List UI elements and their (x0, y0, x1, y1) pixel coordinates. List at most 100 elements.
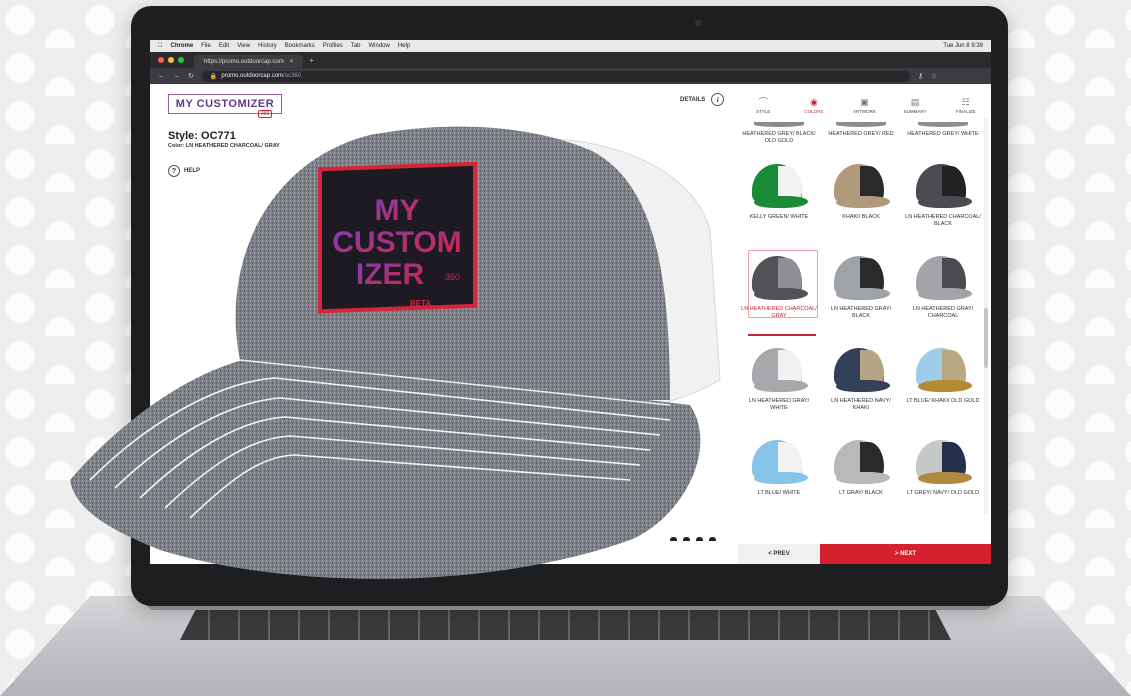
patch-sup: 360 (445, 272, 460, 282)
customizer-patch[interactable]: MY CUSTOM IZER 360 BETA (318, 161, 477, 314)
color-swatch[interactable]: LT GREY/ NAVY/ OLD GOLD (902, 430, 984, 514)
hat-preview[interactable]: MY CUSTOM IZER 360 BETA (70, 120, 730, 600)
step-tab-artwork[interactable]: ▣ ARTWORK (839, 88, 890, 116)
color-swatch-panel: HEATHERED GREY/ BLACK/ OLD GOLD HEATHERED… (738, 118, 984, 514)
swatch-label: HEATHERED GREY/ WHITE (907, 131, 979, 137)
close-window-button[interactable] (158, 57, 164, 63)
laptop-keyboard (180, 610, 951, 640)
cap-thumbnail (912, 254, 974, 302)
swatch-label: LT BLUE/ WHITE (757, 490, 801, 496)
url-host: promo.outdoorcap.com (221, 73, 284, 79)
cap-thumbnail (830, 346, 892, 394)
prev-button[interactable]: < PREV (738, 544, 820, 564)
color-swatch[interactable]: HEATHERED GREY/ WHITE (902, 118, 984, 154)
patch-badge: BETA (410, 299, 431, 308)
menu-profiles[interactable]: Profiles (323, 43, 343, 49)
cap-thumbnail (748, 162, 810, 210)
forward-icon[interactable]: → (173, 73, 180, 80)
step-label: COLORS (804, 109, 824, 114)
step-tab-finalize[interactable]: ☷ FINALIZE (940, 88, 991, 116)
menu-help[interactable]: Help (398, 43, 410, 49)
step-tabs: ⌒ STYLE ◉ COLORS ▣ ARTWORK ▤ SUMMARY ☷ FINALIZE (738, 88, 991, 116)
swatch-label: LN HEATHERED GRAY/ BLACK (830, 306, 892, 319)
back-icon[interactable]: ← (158, 73, 165, 80)
menu-history[interactable]: History (258, 43, 277, 49)
swatch-label: HEATHERED GREY/ BLACK/ OLD GOLD (742, 131, 816, 144)
menu-app-name[interactable]: Chrome (171, 43, 194, 49)
browser-toolbar: ← → ↻ 🔒 promo.outdoorcap.com/oc360 ⚷ ☆ (150, 68, 991, 84)
swatch-label: LN HEATHERED GRAY/ WHITE (748, 398, 810, 411)
swatch-label: LN HEATHERED NAVY/ KHAKI (831, 398, 891, 411)
swatch-scrollbar[interactable] (984, 118, 988, 514)
next-button[interactable]: > NEXT (820, 544, 991, 564)
patch-text-2: CUSTOM (332, 226, 461, 259)
menu-window[interactable]: Window (368, 43, 389, 49)
cap-icon: ⌒ (758, 97, 768, 107)
info-icon: i (711, 93, 725, 106)
cap-thumbnail-partial (836, 122, 886, 127)
cap-thumbnail (912, 346, 974, 394)
cap-thumbnail (912, 162, 974, 210)
tab-title: https://promo.outdoorcap.com (204, 58, 284, 65)
color-swatch[interactable]: LT GRAY/ BLACK (820, 430, 902, 514)
lock-icon: 🔒 (209, 73, 218, 80)
step-label: FINALIZE (955, 109, 976, 114)
swatch-label: KHAKI/ BLACK (842, 214, 880, 220)
color-swatch[interactable]: LN HEATHERED NAVY/ KHAKI (820, 338, 902, 430)
new-tab-button[interactable]: + (309, 56, 314, 65)
cap-thumbnail (912, 438, 974, 486)
minimize-window-button[interactable] (168, 57, 174, 63)
mac-menubar:  Chrome File Edit View History Bookmark… (150, 40, 991, 52)
menubar-clock: Tue Jun 8 9:39 (943, 43, 983, 49)
swatch-label: LN HEATHERED GRAY/ CHARCOAL (912, 306, 974, 319)
address-bar[interactable]: 🔒 promo.outdoorcap.com/oc360 (201, 70, 910, 82)
color-swatch[interactable]: KELLY GREEN/ WHITE (738, 154, 820, 246)
step-tab-summary[interactable]: ▤ SUMMARY (890, 88, 941, 116)
color-swatch[interactable]: LN HEATHERED GRAY/ BLACK (820, 246, 902, 338)
menu-bookmarks[interactable]: Bookmarks (285, 43, 315, 49)
step-label: STYLE (756, 109, 771, 114)
color-swatch[interactable]: LN HEATHERED GRAY/ CHARCOAL (902, 246, 984, 338)
color-swatch[interactable]: HEATHERED GREY/ RED (820, 118, 902, 154)
color-swatch[interactable]: KHAKI/ BLACK (820, 154, 902, 246)
step-tab-style[interactable]: ⌒ STYLE (738, 88, 789, 116)
cap-thumbnail-partial (754, 122, 804, 127)
menu-view[interactable]: View (237, 43, 250, 49)
step-navigation: < PREV > NEXT (738, 544, 991, 564)
color-swatch[interactable]: LT BLUE/ KHAKI/ OLD GOLD (902, 338, 984, 430)
window-controls (158, 57, 184, 63)
close-tab-icon[interactable]: × (290, 59, 294, 65)
color-swatch[interactable]: LN HEATHERED CHARCOAL/ GRAY (738, 246, 820, 338)
swatch-label: LT GRAY/ BLACK (839, 490, 883, 496)
scrollbar-thumb[interactable] (984, 308, 988, 368)
swatch-label: LN HEATHERED CHARCOAL/ GRAY (741, 306, 817, 319)
camera-icon (695, 20, 701, 26)
color-swatch[interactable]: LT BLUE/ WHITE (738, 430, 820, 514)
step-tab-colors[interactable]: ◉ COLORS (789, 88, 840, 116)
details-button[interactable]: DETAILS i (680, 93, 725, 106)
cap-thumbnail (748, 254, 810, 302)
details-label: DETAILS (680, 96, 706, 103)
star-icon[interactable]: ☆ (931, 72, 937, 80)
patch-text-3: IZER (356, 258, 425, 291)
logo-badge: 360 (258, 110, 273, 118)
step-label: ARTWORK (853, 109, 876, 114)
color-swatch[interactable]: HEATHERED GREY/ BLACK/ OLD GOLD (738, 118, 820, 154)
cap-thumbnail-partial (918, 122, 968, 127)
swatch-label: HEATHERED GREY/ RED (828, 131, 894, 137)
cap-thumbnail (748, 346, 810, 394)
browser-tab[interactable]: https://promo.outdoorcap.com × (194, 55, 304, 68)
reload-icon[interactable]: ↻ (188, 72, 194, 80)
cap-thumbnail (830, 254, 892, 302)
menu-file[interactable]: File (201, 43, 211, 49)
zoom-window-button[interactable] (178, 57, 184, 63)
color-swatch[interactable]: LN HEATHERED GRAY/ WHITE (738, 338, 820, 430)
key-icon[interactable]: ⚷ (918, 72, 923, 80)
menu-tab[interactable]: Tab (351, 43, 361, 49)
apple-icon[interactable]:  (158, 43, 163, 49)
menu-edit[interactable]: Edit (219, 43, 229, 49)
color-swatch[interactable]: LN HEATHERED CHARCOAL/ BLACK (902, 154, 984, 246)
patch-text-1: MY (375, 194, 420, 227)
swatch-label: LT BLUE/ KHAKI/ OLD GOLD (906, 398, 980, 404)
step-label: SUMMARY (903, 109, 927, 114)
